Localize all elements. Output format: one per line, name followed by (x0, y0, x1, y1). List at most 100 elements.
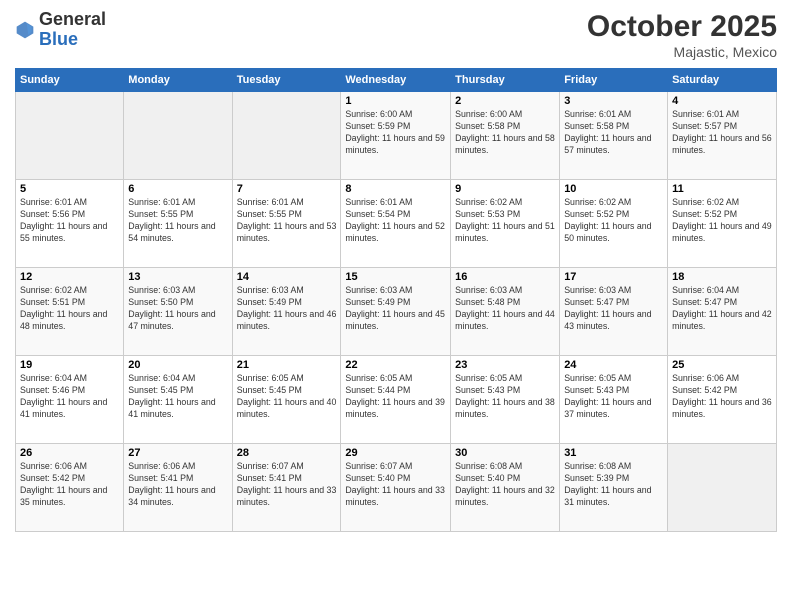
logo-text: General Blue (39, 10, 106, 50)
day-info: Sunrise: 6:05 AM Sunset: 5:43 PM Dayligh… (564, 373, 663, 421)
day-cell: 12 Sunrise: 6:02 AM Sunset: 5:51 PM Dayli… (16, 268, 124, 356)
day-info: Sunrise: 6:02 AM Sunset: 5:52 PM Dayligh… (672, 197, 772, 245)
day-cell (668, 444, 777, 532)
day-info: Sunrise: 6:03 AM Sunset: 5:49 PM Dayligh… (237, 285, 337, 333)
week-row-3: 19 Sunrise: 6:04 AM Sunset: 5:46 PM Dayli… (16, 356, 777, 444)
day-info: Sunrise: 6:05 AM Sunset: 5:43 PM Dayligh… (455, 373, 555, 421)
col-thursday: Thursday (451, 69, 560, 92)
day-cell (16, 92, 124, 180)
day-cell: 4 Sunrise: 6:01 AM Sunset: 5:57 PM Daylig… (668, 92, 777, 180)
col-saturday: Saturday (668, 69, 777, 92)
day-cell: 25Sunrise: 6:06 AM Sunset: 5:42 PM Dayli… (668, 356, 777, 444)
day-info: Sunrise: 6:00 AM Sunset: 5:58 PM Dayligh… (455, 109, 555, 157)
title-block: October 2025 Majastic, Mexico (587, 10, 777, 60)
col-wednesday: Wednesday (341, 69, 451, 92)
day-cell: 6 Sunrise: 6:01 AM Sunset: 5:55 PM Daylig… (124, 180, 232, 268)
day-cell: 21Sunrise: 6:05 AM Sunset: 5:45 PM Dayli… (232, 356, 341, 444)
day-cell: 17 Sunrise: 6:03 AM Sunset: 5:47 PM Dayli… (560, 268, 668, 356)
day-info: Sunrise: 6:08 AM Sunset: 5:39 PM Dayligh… (564, 461, 663, 509)
day-number: 11 (672, 183, 772, 195)
day-number: 23 (455, 359, 555, 371)
day-info: Sunrise: 6:01 AM Sunset: 5:57 PM Dayligh… (672, 109, 772, 157)
week-row-0: 1 Sunrise: 6:00 AM Sunset: 5:59 PM Daylig… (16, 92, 777, 180)
day-info: Sunrise: 6:02 AM Sunset: 5:51 PM Dayligh… (20, 285, 119, 333)
day-cell: 2 Sunrise: 6:00 AM Sunset: 5:58 PM Daylig… (451, 92, 560, 180)
day-number: 1 (345, 95, 446, 107)
day-info: Sunrise: 6:01 AM Sunset: 5:58 PM Dayligh… (564, 109, 663, 157)
day-info: Sunrise: 6:06 AM Sunset: 5:41 PM Dayligh… (128, 461, 227, 509)
day-number: 30 (455, 447, 555, 459)
day-number: 4 (672, 95, 772, 107)
day-number: 27 (128, 447, 227, 459)
day-cell: 5Sunrise: 6:01 AM Sunset: 5:56 PM Daylig… (16, 180, 124, 268)
day-number: 22 (345, 359, 446, 371)
day-info: Sunrise: 6:00 AM Sunset: 5:59 PM Dayligh… (345, 109, 446, 157)
day-cell: 13 Sunrise: 6:03 AM Sunset: 5:50 PM Dayli… (124, 268, 232, 356)
day-info: Sunrise: 6:03 AM Sunset: 5:50 PM Dayligh… (128, 285, 227, 333)
day-cell (124, 92, 232, 180)
day-cell: 29 Sunrise: 6:07 AM Sunset: 5:40 PM Dayli… (341, 444, 451, 532)
day-number: 5 (20, 183, 119, 195)
week-row-4: 26 Sunrise: 6:06 AM Sunset: 5:42 PM Dayli… (16, 444, 777, 532)
day-info: Sunrise: 6:07 AM Sunset: 5:41 PM Dayligh… (237, 461, 337, 509)
day-number: 19 (20, 359, 119, 371)
day-cell: 7Sunrise: 6:01 AM Sunset: 5:55 PM Daylig… (232, 180, 341, 268)
day-info: Sunrise: 6:04 AM Sunset: 5:46 PM Dayligh… (20, 373, 119, 421)
day-cell: 27 Sunrise: 6:06 AM Sunset: 5:41 PM Dayli… (124, 444, 232, 532)
logo-icon (15, 20, 35, 40)
week-row-1: 5Sunrise: 6:01 AM Sunset: 5:56 PM Daylig… (16, 180, 777, 268)
calendar-body: 1 Sunrise: 6:00 AM Sunset: 5:59 PM Daylig… (16, 92, 777, 532)
day-number: 26 (20, 447, 119, 459)
day-cell: 8Sunrise: 6:01 AM Sunset: 5:54 PM Daylig… (341, 180, 451, 268)
day-number: 21 (237, 359, 337, 371)
day-number: 31 (564, 447, 663, 459)
day-cell: 18Sunrise: 6:04 AM Sunset: 5:47 PM Dayli… (668, 268, 777, 356)
day-info: Sunrise: 6:04 AM Sunset: 5:47 PM Dayligh… (672, 285, 772, 333)
day-number: 10 (564, 183, 663, 195)
day-number: 14 (237, 271, 337, 283)
day-cell (232, 92, 341, 180)
day-cell: 28 Sunrise: 6:07 AM Sunset: 5:41 PM Dayli… (232, 444, 341, 532)
day-number: 15 (345, 271, 446, 283)
day-number: 25 (672, 359, 772, 371)
day-info: Sunrise: 6:02 AM Sunset: 5:53 PM Dayligh… (455, 197, 555, 245)
day-number: 2 (455, 95, 555, 107)
day-info: Sunrise: 6:05 AM Sunset: 5:44 PM Dayligh… (345, 373, 446, 421)
day-cell: 22 Sunrise: 6:05 AM Sunset: 5:44 PM Dayli… (341, 356, 451, 444)
day-cell: 15 Sunrise: 6:03 AM Sunset: 5:49 PM Dayli… (341, 268, 451, 356)
calendar: Sunday Monday Tuesday Wednesday Thursday… (15, 68, 777, 532)
col-monday: Monday (124, 69, 232, 92)
col-friday: Friday (560, 69, 668, 92)
day-number: 12 (20, 271, 119, 283)
day-info: Sunrise: 6:08 AM Sunset: 5:40 PM Dayligh… (455, 461, 555, 509)
day-cell: 9 Sunrise: 6:02 AM Sunset: 5:53 PM Daylig… (451, 180, 560, 268)
header-row: Sunday Monday Tuesday Wednesday Thursday… (16, 69, 777, 92)
day-info: Sunrise: 6:01 AM Sunset: 5:55 PM Dayligh… (128, 197, 227, 245)
day-info: Sunrise: 6:03 AM Sunset: 5:47 PM Dayligh… (564, 285, 663, 333)
day-cell: 11 Sunrise: 6:02 AM Sunset: 5:52 PM Dayli… (668, 180, 777, 268)
day-cell: 26 Sunrise: 6:06 AM Sunset: 5:42 PM Dayli… (16, 444, 124, 532)
day-cell: 31 Sunrise: 6:08 AM Sunset: 5:39 PM Dayli… (560, 444, 668, 532)
day-cell: 10 Sunrise: 6:02 AM Sunset: 5:52 PM Dayli… (560, 180, 668, 268)
day-number: 28 (237, 447, 337, 459)
day-number: 17 (564, 271, 663, 283)
day-cell: 20Sunrise: 6:04 AM Sunset: 5:45 PM Dayli… (124, 356, 232, 444)
calendar-header: Sunday Monday Tuesday Wednesday Thursday… (16, 69, 777, 92)
day-cell: 24 Sunrise: 6:05 AM Sunset: 5:43 PM Dayli… (560, 356, 668, 444)
day-number: 13 (128, 271, 227, 283)
day-number: 29 (345, 447, 446, 459)
day-number: 6 (128, 183, 227, 195)
location-subtitle: Majastic, Mexico (587, 44, 777, 60)
day-info: Sunrise: 6:03 AM Sunset: 5:49 PM Dayligh… (345, 285, 446, 333)
day-number: 7 (237, 183, 337, 195)
day-info: Sunrise: 6:06 AM Sunset: 5:42 PM Dayligh… (20, 461, 119, 509)
day-cell: 16Sunrise: 6:03 AM Sunset: 5:48 PM Dayli… (451, 268, 560, 356)
day-info: Sunrise: 6:04 AM Sunset: 5:45 PM Dayligh… (128, 373, 227, 421)
day-info: Sunrise: 6:02 AM Sunset: 5:52 PM Dayligh… (564, 197, 663, 245)
day-number: 3 (564, 95, 663, 107)
day-cell: 23 Sunrise: 6:05 AM Sunset: 5:43 PM Dayli… (451, 356, 560, 444)
day-number: 9 (455, 183, 555, 195)
day-number: 8 (345, 183, 446, 195)
day-info: Sunrise: 6:07 AM Sunset: 5:40 PM Dayligh… (345, 461, 446, 509)
day-number: 24 (564, 359, 663, 371)
